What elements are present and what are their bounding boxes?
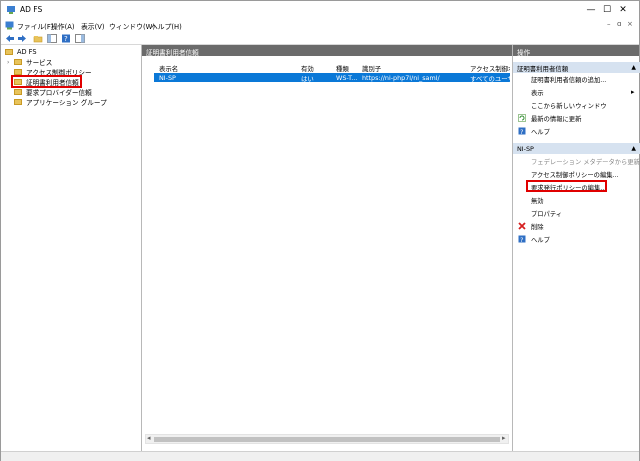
expand-chevron-icon[interactable]: › [7,59,9,66]
menu-help[interactable]: ヘルプ(H) [151,21,182,31]
tree-item-services[interactable]: サービス [14,57,52,67]
tree-item-label: 要求プロバイダー信頼 [26,89,92,97]
menu-window[interactable]: ウィンドウ(W) [109,21,155,31]
delete-icon [518,222,526,230]
show-action-pane-icon[interactable] [75,34,85,43]
tree-item-label: アプリケーション グループ [26,99,107,107]
help-icon: ? [518,127,526,135]
console-tree: AD FS › サービス アクセス制御ポリシー 証明書利用者信頼 要求プロバイダ… [1,45,142,451]
column-header-identifier[interactable]: 識別子 [362,64,381,73]
help-icon[interactable]: ? [61,34,71,43]
column-header-enabled[interactable]: 有効 [301,64,314,73]
actions-section-header-relying-party[interactable]: 証明書利用者信頼 ▲ [513,62,640,73]
mdi-restore-button[interactable]: ɑ [617,20,621,28]
collapse-icon[interactable]: ▲ [631,64,636,71]
folder-icon [5,49,13,55]
close-button[interactable]: ✕ [607,1,639,19]
action-help[interactable]: ヘルプ [531,127,550,136]
console-icon[interactable] [5,21,14,30]
tree-root-label: AD FS [17,48,37,56]
scroll-thumb[interactable] [154,437,500,442]
adfs-app-icon [7,6,15,14]
tree-item-label: サービス [26,59,53,67]
tree-root[interactable]: AD FS [5,47,37,57]
action-new-window[interactable]: ここから新しいウィンドウ [531,101,607,110]
actions-pane: 操作 証明書利用者信頼 ▲ 証明書利用者信頼の追加... 表示 ▸ ここから新し… [512,45,640,451]
forward-arrow-icon[interactable] [17,34,27,43]
section-title: NI-SP [517,145,534,153]
highlight-box [526,180,607,192]
show-tree-icon[interactable] [47,34,57,43]
scroll-left-icon[interactable]: ◂ [147,434,151,442]
cell-identifier: https://ni-php7l/ni_saml/ [362,74,440,82]
menu-view[interactable]: 表示(V) [81,21,105,31]
help-icon: ? [518,235,526,243]
folder-icon [14,59,22,65]
menu-action[interactable]: 操作(A) [51,21,75,31]
action-help-item[interactable]: ヘルプ [531,235,550,244]
cell-enabled: はい [301,75,314,83]
action-refresh[interactable]: 最新の情報に更新 [531,114,581,123]
action-add-relying-party[interactable]: 証明書利用者信頼の追加... [531,75,606,84]
menu-bar: ファイル(F) 操作(A) 表示(V) ウィンドウ(W) ヘルプ(H) – ɑ … [1,19,639,32]
mmc-window: AD FS — ☐ ✕ ファイル(F) 操作(A) 表示(V) ウィンドウ(W)… [0,0,640,461]
refresh-icon [518,114,526,122]
action-properties[interactable]: プロパティ [531,209,562,218]
section-title: 証明書利用者信頼 [517,65,569,73]
folder-icon [14,99,22,105]
tree-item-application-groups[interactable]: アプリケーション グループ [14,97,107,107]
scroll-right-icon[interactable]: ▸ [502,434,506,442]
column-header-type[interactable]: 種類 [336,64,349,73]
column-header-access-control[interactable]: アクセス制御ポ [470,64,510,73]
mdi-close-button[interactable]: × [627,20,633,28]
cell-type: WS-T... [336,74,358,82]
cell-display-name: NI-SP [159,74,176,82]
actions-section-header-ni-sp[interactable]: NI-SP ▲ [513,143,640,154]
tree-item-claims-provider-trusts[interactable]: 要求プロバイダー信頼 [14,87,92,97]
title-bar: AD FS — ☐ ✕ [1,1,639,19]
toolbar: ? [1,32,639,45]
action-delete[interactable]: 削除 [531,222,544,231]
column-header-display-name[interactable]: 表示名 [159,64,178,73]
collapse-icon[interactable]: ▲ [631,145,636,152]
action-view[interactable]: 表示 [531,88,544,97]
back-arrow-icon[interactable] [5,34,15,43]
horizontal-scrollbar[interactable]: ◂ ▸ [145,434,509,444]
up-folder-icon[interactable] [33,34,43,43]
window-title: AD FS [20,5,43,14]
actions-pane-title: 操作 [513,45,639,57]
svg-text:?: ? [520,128,523,135]
results-pane: 証明書利用者信頼 表示名 有効 種類 識別子 アクセス制御ポ NI-SP はい … [142,45,512,451]
submenu-arrow-icon: ▸ [631,88,635,96]
mdi-minimize-button[interactable]: – [607,20,611,28]
folder-icon [14,89,22,95]
cell-access-control: すべてのユーザ [470,75,510,83]
action-disable[interactable]: 無効 [531,196,544,205]
svg-text:?: ? [520,236,523,243]
menu-file[interactable]: ファイル(F) [17,21,53,31]
action-edit-access-control[interactable]: アクセス制御ポリシーの編集... [531,170,619,179]
action-update-from-metadata[interactable]: フェデレーション メタデータから更新... [531,157,640,166]
results-pane-title: 証明書利用者信頼 [142,45,512,57]
svg-text:?: ? [64,35,68,43]
status-bar [1,451,639,461]
